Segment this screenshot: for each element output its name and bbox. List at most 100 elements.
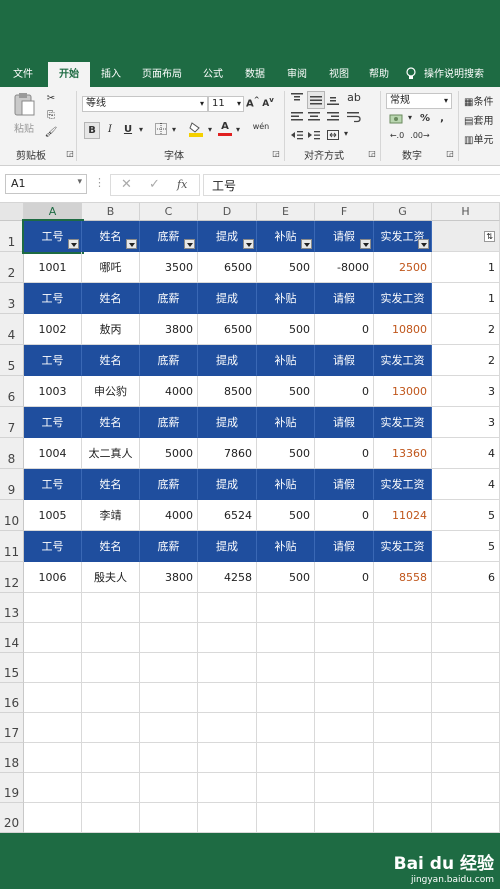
align-center-icon[interactable]: [307, 111, 321, 125]
tab-insert[interactable]: 插入: [92, 62, 130, 87]
header-cell[interactable]: 补贴: [257, 283, 315, 314]
align-bottom-icon[interactable]: [326, 93, 340, 107]
cell[interactable]: 6: [432, 562, 500, 593]
empty-cell[interactable]: [374, 653, 432, 683]
header-cell[interactable]: 底薪: [140, 345, 198, 376]
chevron-down-icon[interactable]: ▾: [406, 113, 414, 127]
cell[interactable]: -8000: [315, 252, 374, 283]
italic-button[interactable]: I: [103, 122, 117, 137]
row-header[interactable]: 16: [0, 683, 24, 713]
font-name-select[interactable]: 等线 ▾: [82, 96, 208, 112]
empty-cell[interactable]: [374, 803, 432, 833]
cell[interactable]: 4: [432, 438, 500, 469]
filter-dropdown-icon[interactable]: [360, 239, 371, 249]
cell[interactable]: 500: [257, 376, 315, 407]
empty-cell[interactable]: [24, 683, 82, 713]
filter-dropdown-icon[interactable]: [301, 239, 312, 249]
header-cell[interactable]: 工号: [24, 531, 82, 562]
header-cell[interactable]: 工号: [24, 407, 82, 438]
cell[interactable]: 5: [432, 500, 500, 531]
shrink-font-button[interactable]: Av: [262, 96, 274, 109]
header-cell[interactable]: 底薪: [140, 531, 198, 562]
row-header[interactable]: 12: [0, 562, 24, 593]
empty-cell[interactable]: [82, 743, 140, 773]
cell[interactable]: 李靖: [82, 500, 140, 531]
accounting-format-icon[interactable]: [388, 113, 406, 127]
cell[interactable]: 500: [257, 438, 315, 469]
empty-cell[interactable]: [24, 773, 82, 803]
increase-indent-icon[interactable]: [307, 129, 321, 143]
empty-cell[interactable]: [315, 683, 374, 713]
row-header[interactable]: 11: [0, 531, 24, 562]
cell[interactable]: 申公豹: [82, 376, 140, 407]
empty-cell[interactable]: [198, 743, 257, 773]
column-header-e[interactable]: E: [257, 203, 315, 221]
empty-cell[interactable]: [24, 713, 82, 743]
header-cell[interactable]: 姓名: [82, 221, 140, 252]
header-cell[interactable]: 补贴: [257, 345, 315, 376]
row-header[interactable]: 9: [0, 469, 24, 500]
tab-data[interactable]: 数据: [236, 62, 274, 87]
empty-cell[interactable]: [198, 653, 257, 683]
tab-view[interactable]: 视图: [320, 62, 358, 87]
tab-review[interactable]: 审阅: [278, 62, 316, 87]
header-cell[interactable]: 实发工资: [374, 407, 432, 438]
empty-cell[interactable]: [82, 683, 140, 713]
empty-cell[interactable]: [374, 623, 432, 653]
align-middle-icon[interactable]: [307, 91, 325, 109]
cell[interactable]: 1005: [24, 500, 82, 531]
header-cell[interactable]: 请假: [315, 469, 374, 500]
chevron-down-icon[interactable]: ▾: [170, 122, 178, 137]
empty-cell[interactable]: [374, 593, 432, 623]
dialog-launcher-icon[interactable]: ◲: [272, 149, 280, 158]
empty-cell[interactable]: [140, 683, 198, 713]
empty-cell[interactable]: [140, 653, 198, 683]
header-cell[interactable]: 实发工资: [374, 469, 432, 500]
header-cell[interactable]: 底薪: [140, 469, 198, 500]
cell[interactable]: 1006: [24, 562, 82, 593]
empty-cell[interactable]: [432, 593, 500, 623]
empty-cell[interactable]: [257, 593, 315, 623]
row-header[interactable]: 6: [0, 376, 24, 407]
conditional-formatting-button[interactable]: ▦条件: [464, 93, 500, 108]
cell[interactable]: 8558: [374, 562, 432, 593]
row-header[interactable]: 7: [0, 407, 24, 438]
header-cell[interactable]: 请假: [315, 221, 374, 252]
cell[interactable]: 10800: [374, 314, 432, 345]
name-box[interactable]: A1 ▾: [5, 174, 87, 194]
cut-icon[interactable]: ✂: [44, 93, 58, 107]
tab-page-layout[interactable]: 页面布局: [134, 62, 190, 87]
header-cell[interactable]: 提成: [198, 221, 257, 252]
row-header[interactable]: 19: [0, 773, 24, 803]
cancel-icon[interactable]: ✕: [121, 177, 132, 192]
empty-cell[interactable]: [82, 623, 140, 653]
empty-cell[interactable]: [82, 653, 140, 683]
cell[interactable]: 3800: [140, 314, 198, 345]
empty-cell[interactable]: [198, 803, 257, 833]
align-top-icon[interactable]: [290, 93, 304, 107]
empty-cell[interactable]: [432, 683, 500, 713]
comma-style-button[interactable]: ,: [436, 113, 448, 127]
filter-dropdown-icon[interactable]: [243, 239, 254, 249]
copy-icon[interactable]: ⎘: [44, 110, 58, 124]
dialog-launcher-icon[interactable]: ◲: [368, 149, 376, 158]
header-cell[interactable]: 姓名: [82, 531, 140, 562]
row-header[interactable]: 15: [0, 653, 24, 683]
filter-dropdown-icon[interactable]: [126, 239, 137, 249]
empty-cell[interactable]: [24, 593, 82, 623]
empty-cell[interactable]: [315, 803, 374, 833]
cell[interactable]: 500: [257, 252, 315, 283]
cell[interactable]: 4000: [140, 376, 198, 407]
column-header-b[interactable]: B: [82, 203, 140, 221]
header-cell[interactable]: 工号: [22, 219, 84, 254]
filter-dropdown-icon[interactable]: [68, 239, 79, 249]
empty-cell[interactable]: [198, 713, 257, 743]
cell-styles-button[interactable]: ▥单元: [464, 131, 500, 146]
empty-cell[interactable]: [198, 773, 257, 803]
cell[interactable]: 5000: [140, 438, 198, 469]
header-cell[interactable]: 提成: [198, 283, 257, 314]
wrap-text-icon[interactable]: [346, 111, 362, 125]
row-header[interactable]: 1: [0, 221, 24, 252]
row-header[interactable]: 10: [0, 500, 24, 531]
empty-cell[interactable]: [374, 713, 432, 743]
